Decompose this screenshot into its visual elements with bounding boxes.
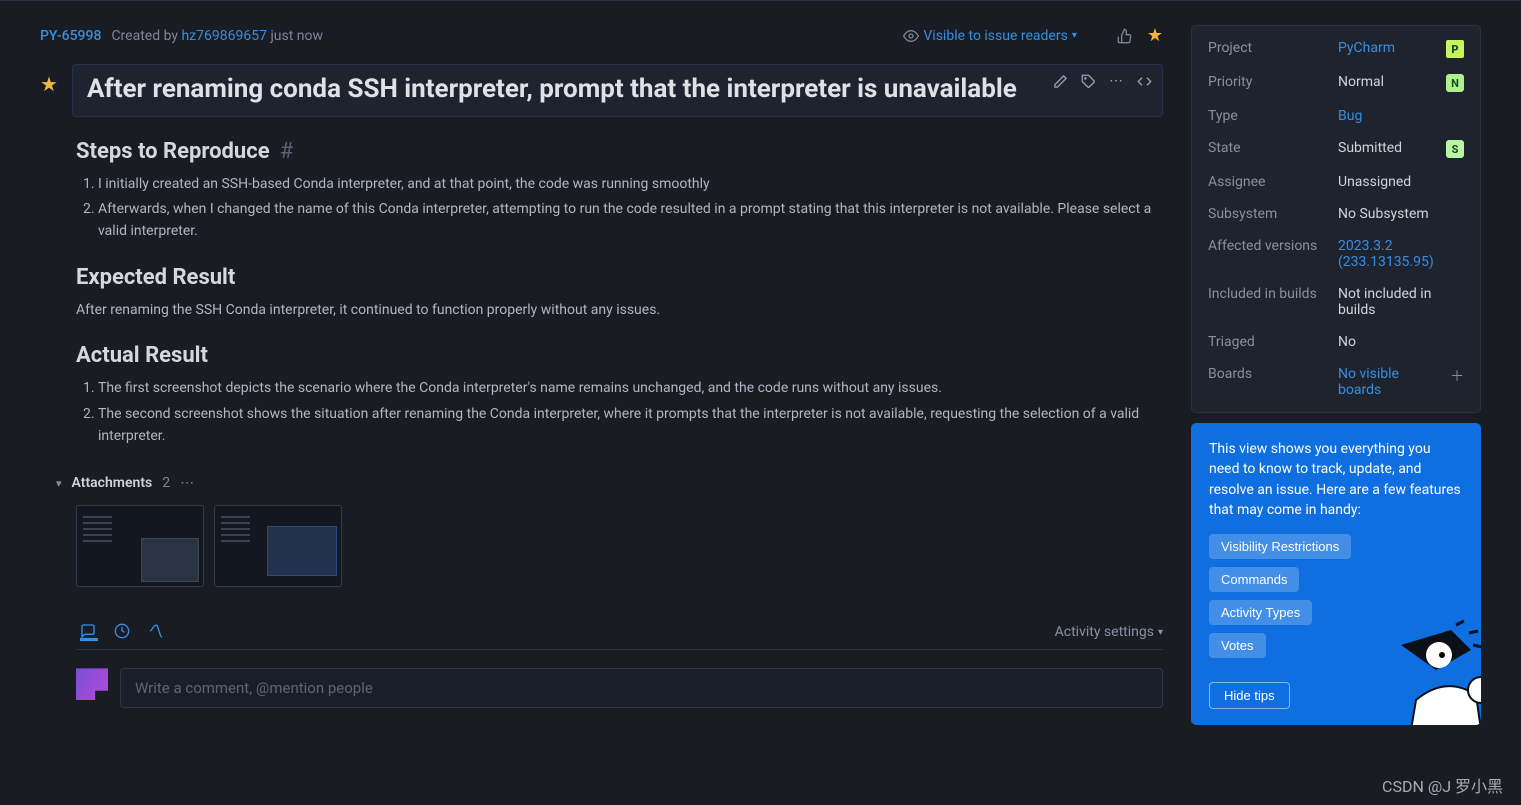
comments-tab-icon[interactable]	[80, 623, 98, 641]
activity-settings-dropdown[interactable]: Activity settings ▾	[1055, 624, 1163, 640]
priority-value[interactable]: Normal	[1338, 74, 1446, 90]
priority-badge: N	[1446, 74, 1464, 92]
step-item: Afterwards, when I changed the name of t…	[98, 199, 1163, 242]
add-board-icon[interactable]: ＋	[1450, 366, 1464, 386]
tip-tag[interactable]: Visibility Restrictions	[1209, 534, 1351, 559]
actual-item: The first screenshot depicts the scenari…	[98, 378, 1163, 400]
steps-heading: Steps to Reproduce #	[76, 139, 1163, 164]
subsystem-value[interactable]: No Subsystem	[1338, 206, 1464, 222]
assignee-value[interactable]: Unassigned	[1338, 174, 1464, 190]
tips-panel: This view shows you everything you need …	[1191, 423, 1481, 725]
tag-icon[interactable]	[1080, 73, 1096, 89]
illustration	[1341, 615, 1481, 725]
title-star-icon[interactable]: ★	[40, 72, 58, 96]
attachments-more-icon[interactable]: ⋯	[180, 475, 196, 491]
created-label: Created by hz769869657 just now	[111, 28, 323, 44]
attachments-toggle[interactable]: ▾ Attachments 2 ⋯	[56, 475, 1163, 491]
tip-tag[interactable]: Commands	[1209, 567, 1299, 592]
edit-icon[interactable]	[1052, 73, 1068, 89]
actual-heading: Actual Result	[76, 343, 1163, 368]
issue-title: After renaming conda SSH interpreter, pr…	[87, 73, 1148, 106]
avatar	[76, 668, 108, 700]
step-item: I initially created an SSH-based Conda i…	[98, 174, 1163, 196]
thumbs-up-icon[interactable]	[1117, 28, 1133, 44]
expected-heading: Expected Result	[76, 265, 1163, 290]
code-icon[interactable]	[1136, 73, 1152, 89]
state-badge: S	[1446, 140, 1464, 158]
tip-tag[interactable]: Activity Types	[1209, 600, 1312, 625]
fields-panel: ProjectPyCharmP PriorityNormalN TypeBug …	[1191, 25, 1481, 413]
affected-value[interactable]: 2023.3.2 (233.13135.95)	[1338, 238, 1464, 270]
comment-input[interactable]: Write a comment, @mention people	[120, 668, 1163, 708]
included-value[interactable]: Not included in builds	[1338, 286, 1464, 318]
star-icon[interactable]: ★	[1147, 25, 1163, 46]
tip-tag[interactable]: Votes	[1209, 633, 1266, 658]
hide-tips-button[interactable]: Hide tips	[1209, 682, 1290, 709]
boards-value[interactable]: No visible boards	[1338, 366, 1444, 398]
eye-icon	[903, 28, 919, 44]
hash-icon[interactable]: #	[280, 139, 294, 164]
actual-item: The second screenshot shows the situatio…	[98, 404, 1163, 447]
more-icon[interactable]: ⋯	[1108, 73, 1124, 89]
pycharm-icon: P	[1446, 40, 1464, 58]
watermark: CSDN @J 罗小黑	[1382, 773, 1503, 797]
attachment-thumbnail[interactable]	[76, 505, 204, 587]
chevron-down-icon: ▾	[56, 477, 62, 490]
triaged-value[interactable]: No	[1338, 334, 1464, 350]
state-value[interactable]: Submitted	[1338, 140, 1446, 156]
issue-title-box: After renaming conda SSH interpreter, pr…	[72, 64, 1163, 117]
history-tab-icon[interactable]	[114, 623, 132, 641]
type-value[interactable]: Bug	[1338, 108, 1464, 124]
expected-body: After renaming the SSH Conda interpreter…	[76, 300, 1163, 322]
visibility-dropdown[interactable]: Visible to issue readers ▾	[903, 28, 1076, 44]
issue-id[interactable]: PY-65998	[40, 28, 101, 44]
project-value[interactable]: PyCharm	[1338, 40, 1446, 56]
author-link[interactable]: hz769869657	[181, 28, 266, 44]
attachment-thumbnail[interactable]	[214, 505, 342, 587]
vcs-tab-icon[interactable]	[148, 623, 166, 641]
chevron-down-icon: ▾	[1072, 30, 1077, 41]
tips-text: This view shows you everything you need …	[1209, 439, 1463, 520]
